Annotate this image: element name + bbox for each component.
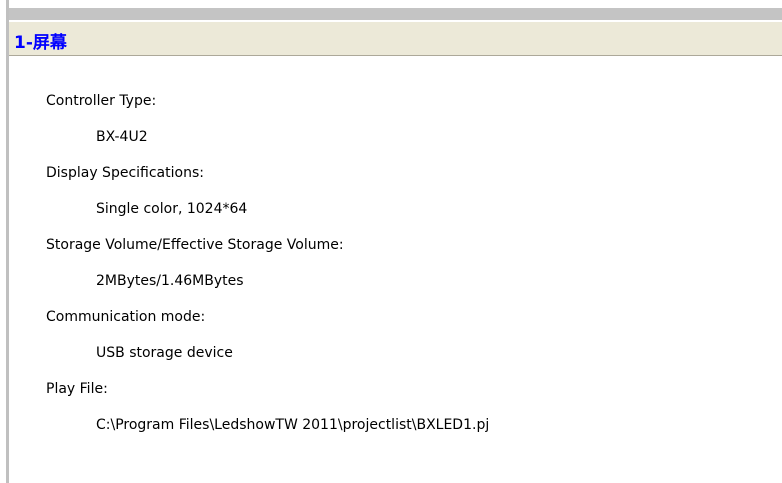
play-file-label: Play File: [46,381,108,397]
play-file-value: C:\Program Files\LedshowTW 2011\projectl… [96,417,490,433]
screen-properties-panel: 1-屏幕 Controller Type: BX-4U2 Display Spe… [0,0,782,483]
storage-volume-label: Storage Volume/Effective Storage Volume: [46,237,344,253]
properties-list: Controller Type: BX-4U2 Display Specific… [9,56,782,483]
communication-mode-value: USB storage device [96,345,233,361]
top-bar-strip [9,8,782,20]
top-bar [9,0,782,23]
controller-type-value: BX-4U2 [96,129,148,145]
display-specifications-label: Display Specifications: [46,165,204,181]
section-header[interactable]: 1-屏幕 [9,22,782,56]
controller-type-label: Controller Type: [46,93,157,109]
display-specifications-value: Single color, 1024*64 [96,201,248,217]
storage-volume-value: 2MBytes/1.46MBytes [96,273,244,289]
communication-mode-label: Communication mode: [46,309,206,325]
section-title: 1-屏幕 [14,33,67,53]
